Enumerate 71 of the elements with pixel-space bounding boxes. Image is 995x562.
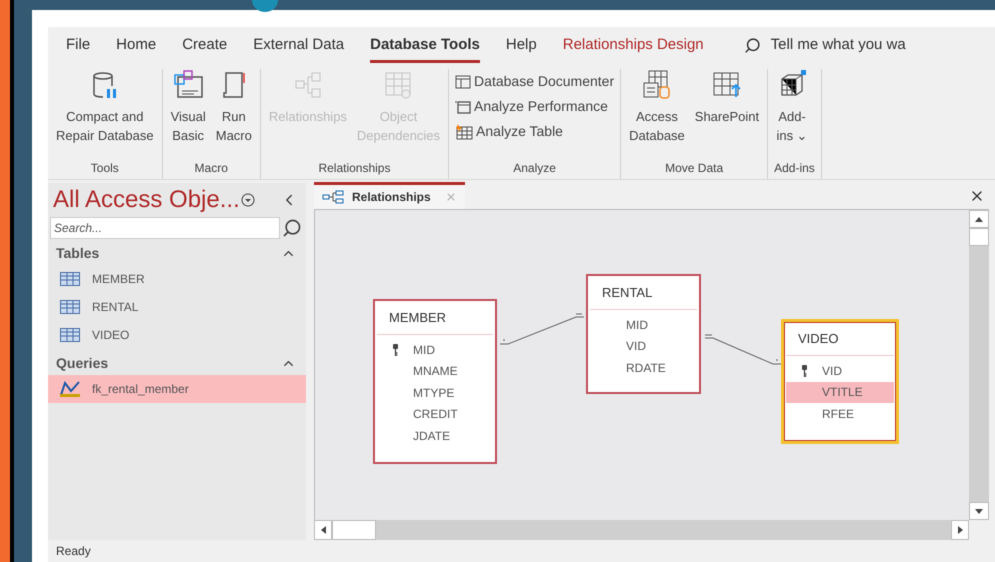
ribbon-button[interactable]: Run Macro bbox=[214, 69, 254, 159]
group-label: Macro bbox=[194, 160, 229, 177]
ribbon-button[interactable]: Access Database bbox=[627, 69, 687, 159]
ribbon-tab[interactable]: Relationships Design bbox=[562, 27, 704, 63]
ribbon-tab[interactable]: Create bbox=[182, 27, 228, 63]
query-icon bbox=[60, 381, 80, 397]
window-icon bbox=[455, 100, 472, 114]
group-label: Tools bbox=[90, 160, 120, 177]
table-icon bbox=[455, 124, 474, 140]
document-icon bbox=[455, 74, 472, 88]
table-icon bbox=[60, 300, 80, 314]
field-row[interactable]: MID bbox=[377, 339, 493, 360]
down-arrow-icon[interactable] bbox=[975, 508, 983, 514]
table-title: RENTAL bbox=[590, 276, 697, 310]
ribbon-button[interactable]: Compact and Repair Database bbox=[54, 69, 156, 159]
table-box[interactable]: MEMBER MID MNAME MTYPE CREDIT JDATE bbox=[373, 299, 497, 464]
group-label: Relationships bbox=[317, 160, 392, 177]
left-arrow-icon[interactable] bbox=[320, 526, 326, 534]
tell-me-field[interactable]: Tell me what you wa bbox=[770, 34, 906, 56]
group-label: Analyze bbox=[512, 160, 557, 177]
field-row[interactable]: MID bbox=[590, 314, 697, 336]
dropdown-icon[interactable] bbox=[240, 193, 255, 207]
field-row[interactable]: RDATE bbox=[590, 357, 697, 378]
table-box[interactable]: RENTAL MID VID RDATE bbox=[586, 274, 701, 394]
key-icon bbox=[800, 364, 808, 377]
key-icon bbox=[392, 344, 398, 356]
field-row[interactable]: VTITLE bbox=[786, 382, 894, 403]
relationships-icon bbox=[322, 190, 344, 204]
ribbon-button[interactable]: Analyze Performance bbox=[455, 96, 614, 117]
ribbon-button[interactable]: Visual Basic bbox=[168, 69, 208, 159]
ribbon-tab[interactable]: Home bbox=[116, 27, 156, 63]
field-row[interactable]: JDATE bbox=[377, 425, 493, 446]
scroll-thumb[interactable] bbox=[969, 228, 989, 246]
table-box[interactable]: VIDEO VID VTITLE RFEE bbox=[781, 319, 899, 444]
document-tab[interactable]: Relationships bbox=[314, 182, 465, 209]
ribbon-button[interactable]: SharePoint bbox=[692, 69, 762, 159]
vertical-scrollbar[interactable] bbox=[969, 210, 989, 520]
ribbon-button[interactable]: Database Documenter bbox=[455, 71, 614, 92]
search-field[interactable]: Search... bbox=[50, 217, 280, 239]
field-row[interactable]: MTYPE bbox=[377, 382, 493, 404]
field-row[interactable]: CREDIT bbox=[377, 404, 493, 425]
ribbon-button[interactable]: Analyze Table bbox=[455, 121, 614, 142]
field-row[interactable]: MNAME bbox=[377, 360, 493, 382]
search-icon[interactable] bbox=[282, 218, 302, 238]
group-label: Move Data bbox=[664, 160, 724, 177]
up-arrow-icon[interactable] bbox=[975, 216, 983, 222]
table-title: VIDEO bbox=[786, 322, 894, 356]
scroll-thumb[interactable] bbox=[332, 520, 376, 540]
pane-title: All Access Obje... bbox=[53, 185, 240, 215]
ribbon-button[interactable]: Add- ins ⌄ bbox=[774, 69, 810, 159]
ribbon-tab[interactable]: Help bbox=[506, 27, 537, 63]
nav-item[interactable]: VIDEO bbox=[48, 321, 306, 349]
group-label: Add-ins bbox=[774, 160, 815, 177]
field-row[interactable]: VID bbox=[590, 336, 697, 357]
table-title: MEMBER bbox=[377, 301, 493, 335]
nav-item[interactable]: fk_rental_member bbox=[48, 375, 306, 403]
section-header[interactable]: Queries bbox=[56, 352, 108, 374]
ribbon-tab[interactable]: External Data bbox=[253, 27, 344, 63]
search-icon bbox=[744, 36, 761, 54]
field-row[interactable]: VID bbox=[786, 360, 894, 382]
section-header[interactable]: Tables bbox=[56, 242, 100, 264]
ribbon-tab[interactable]: File bbox=[66, 27, 90, 63]
horizontal-scrollbar[interactable] bbox=[314, 520, 969, 540]
table-icon bbox=[60, 328, 80, 342]
right-arrow-icon[interactable] bbox=[958, 526, 962, 534]
status-text: Ready bbox=[56, 543, 91, 560]
table-icon bbox=[60, 272, 80, 286]
nav-item[interactable]: RENTAL bbox=[48, 293, 306, 321]
field-row[interactable]: RFEE bbox=[786, 403, 894, 424]
nav-item[interactable]: MEMBER bbox=[48, 265, 306, 293]
ribbon-tab[interactable]: Database Tools bbox=[370, 27, 480, 63]
